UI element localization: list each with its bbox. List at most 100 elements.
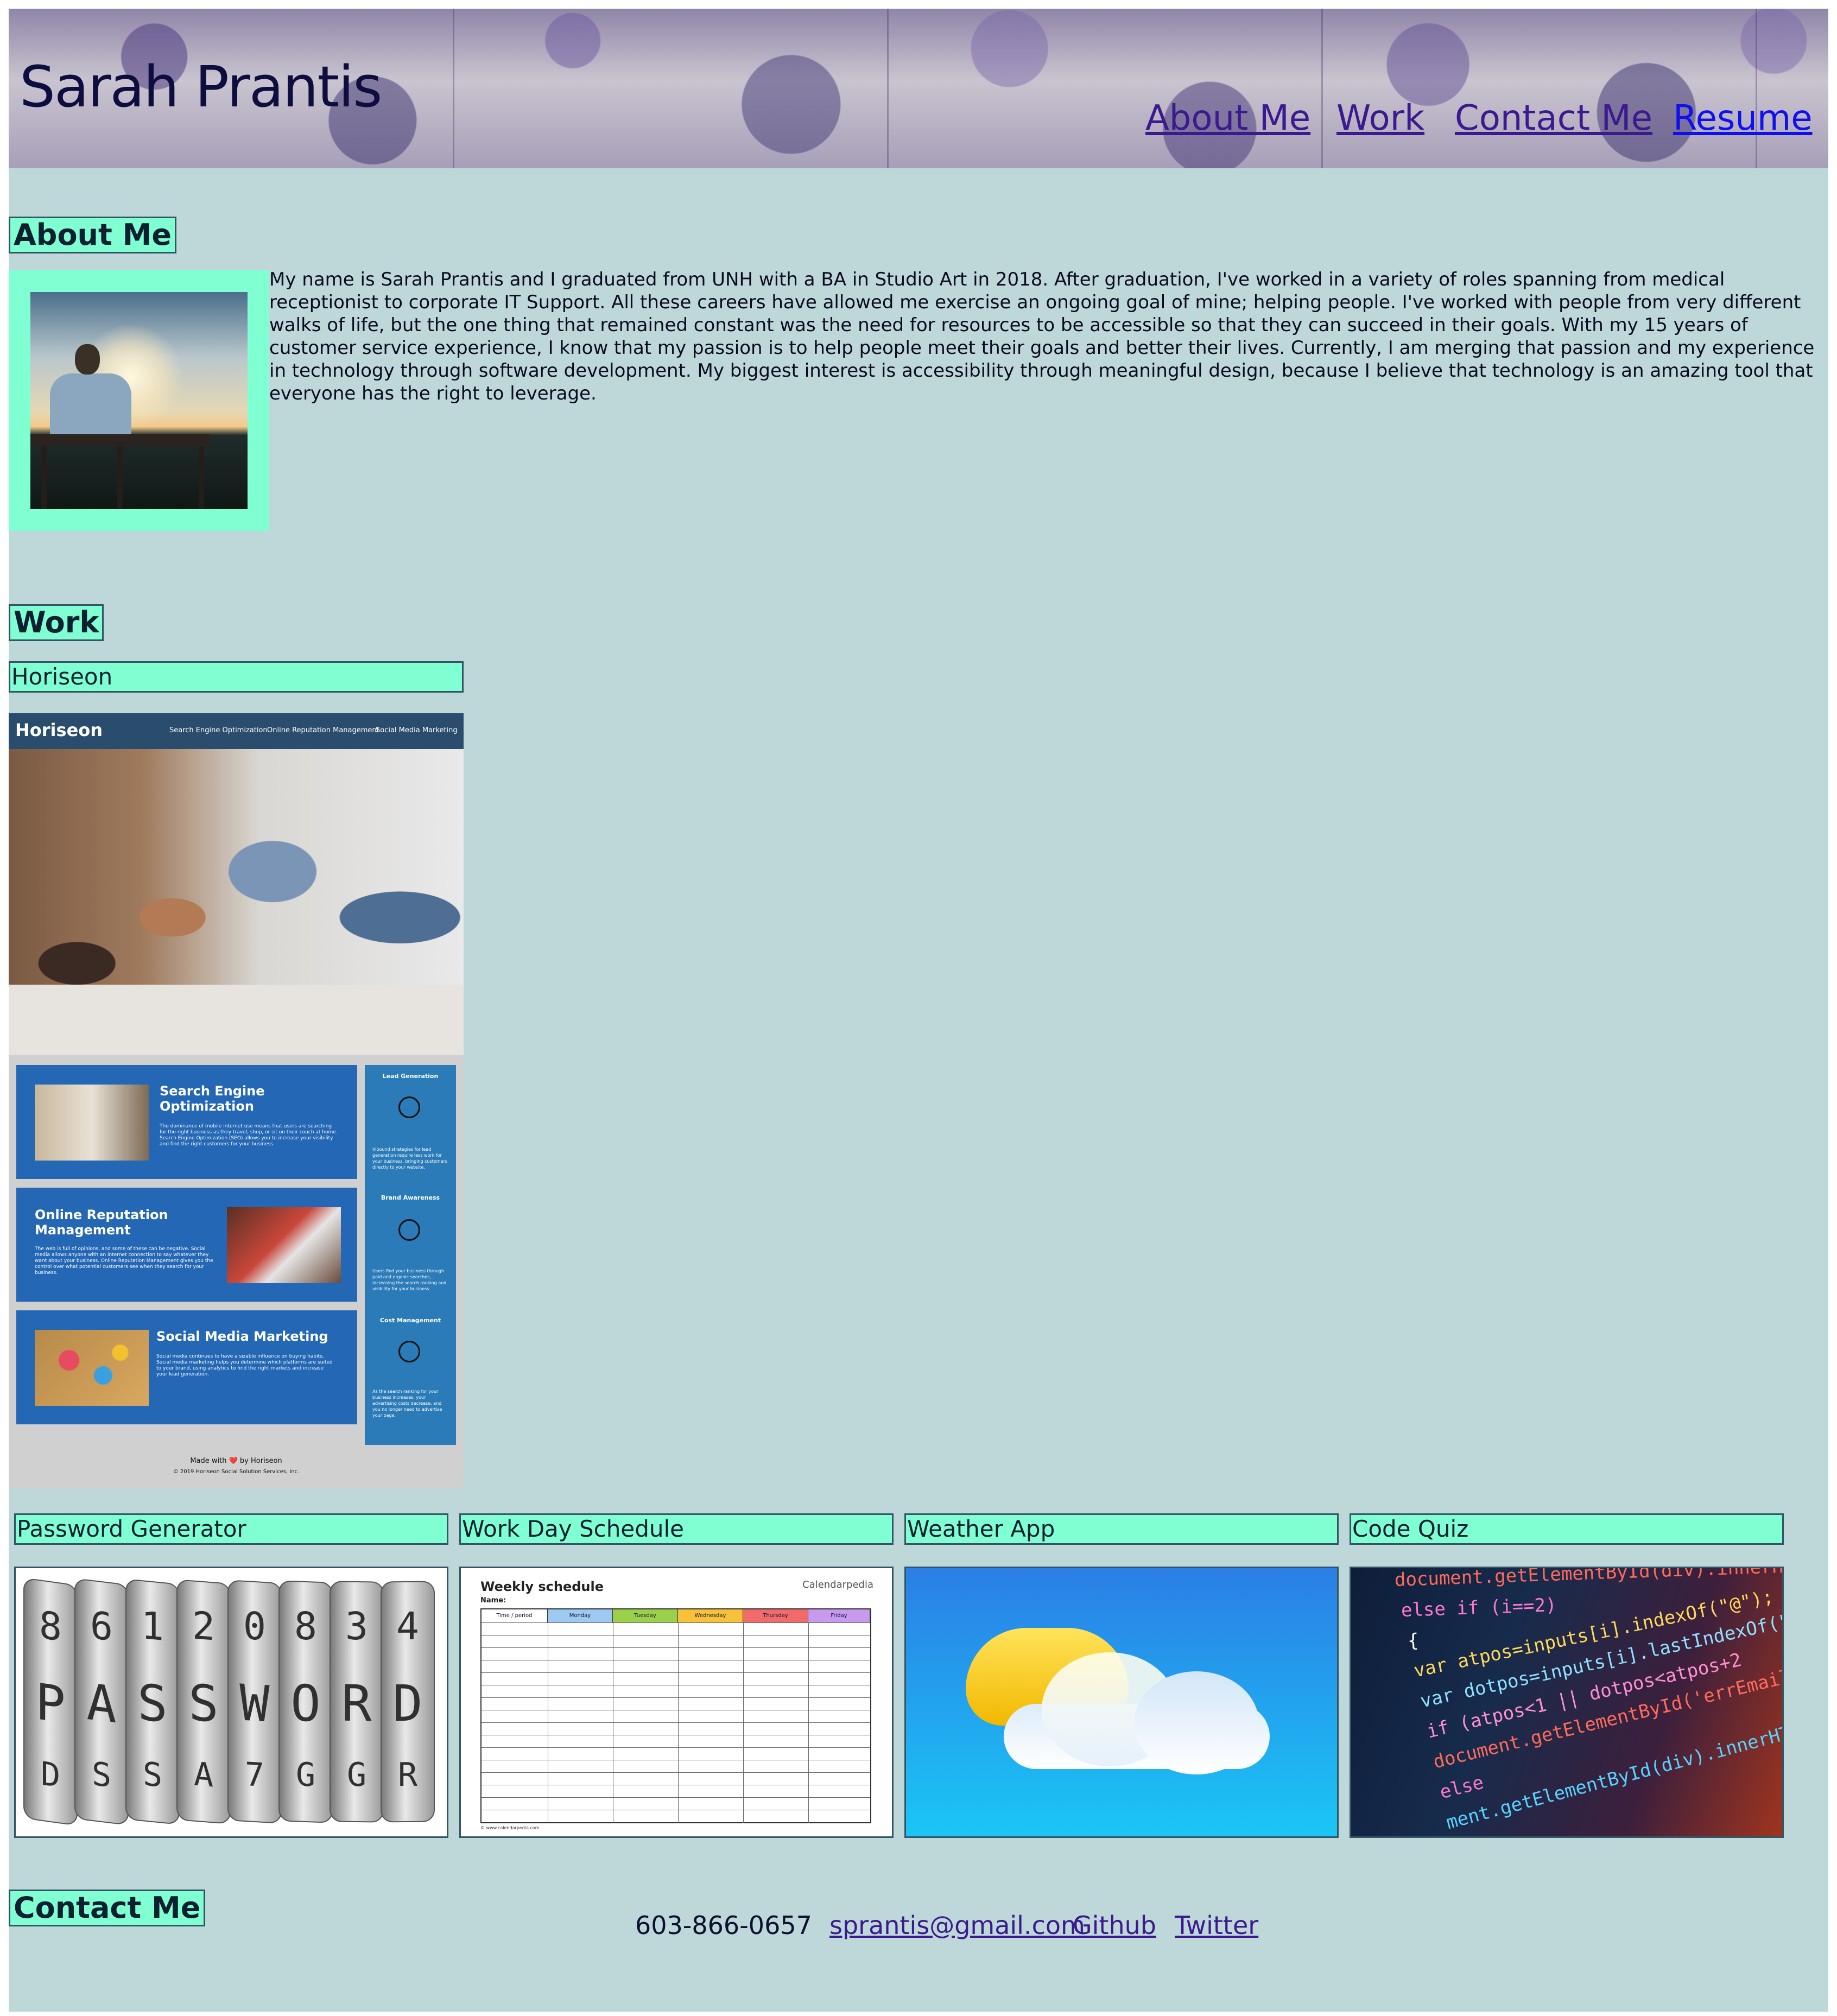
schedule-grid-line bbox=[482, 1772, 870, 1773]
schedule-column-header: Tuesday bbox=[613, 1609, 678, 1622]
schedule-grid-line bbox=[482, 1622, 870, 1623]
weather-app-image[interactable] bbox=[904, 1567, 1339, 1838]
horiseon-logo: Horiseon bbox=[15, 720, 103, 740]
password-drum-char: D bbox=[40, 1754, 61, 1796]
schedule-grid: Time / period Monday Tuesday Wednesday Thurs… bbox=[480, 1608, 871, 1823]
horiseon-side-text: Users find your business through paid an… bbox=[372, 1269, 447, 1291]
schedule-footer: © www.calendarpedia.com bbox=[480, 1825, 540, 1830]
password-drum-char: 8 bbox=[39, 1602, 62, 1650]
about-paragraph: My name is Sarah Prantis and I graduated… bbox=[269, 269, 1815, 404]
schedule-column-header: Monday bbox=[548, 1609, 613, 1622]
password-drum-char: O bbox=[290, 1674, 321, 1733]
about-heading: About Me bbox=[9, 216, 176, 253]
schedule-name-label: Name: bbox=[480, 1596, 506, 1605]
schedule-title: Weekly schedule bbox=[480, 1579, 604, 1594]
photo-railing bbox=[30, 434, 210, 446]
schedule-grid-line bbox=[482, 1797, 870, 1798]
password-drum-char: S bbox=[142, 1755, 163, 1795]
cost-management-icon bbox=[398, 1341, 420, 1362]
photo-person-head bbox=[75, 344, 100, 375]
project-title-code-quiz[interactable]: Code Quiz bbox=[1350, 1513, 1784, 1545]
password-drum: 3 RG bbox=[330, 1581, 384, 1823]
photo-person bbox=[50, 373, 131, 444]
password-drum-char: P bbox=[35, 1672, 66, 1735]
project-title-work-day-schedule[interactable]: Work Day Schedule bbox=[459, 1513, 894, 1545]
horiseon-copyright: © 2019 Horiseon Social Solution Services… bbox=[173, 1469, 300, 1475]
nav-resume[interactable]: Resume bbox=[1673, 101, 1813, 136]
code-line: { bbox=[1407, 1630, 1420, 1652]
work-day-schedule-image[interactable]: Weekly schedule Name: Calendarpedia Time… bbox=[459, 1567, 894, 1838]
horiseon-footer: Made with ❤️ by Horiseon bbox=[190, 1457, 282, 1465]
password-drum: 1 SS bbox=[125, 1578, 180, 1825]
password-drum-char: 8 bbox=[294, 1603, 318, 1649]
project-title-horiseon[interactable]: Horiseon bbox=[9, 661, 464, 693]
seo-thumbnail bbox=[35, 1085, 149, 1161]
horiseon-card-title: Social Media Marketing bbox=[156, 1329, 328, 1344]
nav-contact-me[interactable]: Contact Me bbox=[1455, 101, 1652, 136]
horiseon-nav-item: Online Reputation Management bbox=[267, 726, 379, 734]
banner-tile-seam bbox=[453, 9, 454, 168]
password-drum-char: 1 bbox=[141, 1602, 164, 1650]
password-drum-char: A bbox=[86, 1672, 117, 1735]
contact-github-link[interactable]: Github bbox=[1073, 1913, 1156, 1938]
photo-post bbox=[41, 446, 47, 509]
schedule-brand: Calendarpedia bbox=[802, 1579, 873, 1590]
horiseon-side-title: Lead Generation bbox=[382, 1073, 439, 1080]
code-quiz-image[interactable]: document.getElementById(div).innerHTML el… bbox=[1350, 1567, 1784, 1838]
password-drum: 0 W 7 bbox=[227, 1580, 282, 1824]
header-banner: Sarah Prantis About Me Work Contact Me R… bbox=[9, 9, 1828, 168]
schedule-column-header: Thursday bbox=[743, 1609, 808, 1622]
password-drum: 4 DR bbox=[381, 1581, 435, 1823]
password-drum: 6 AS bbox=[74, 1578, 129, 1825]
lead-generation-icon bbox=[398, 1096, 420, 1118]
contact-heading: Contact Me bbox=[9, 1889, 206, 1926]
password-drum-char: 3 bbox=[345, 1603, 369, 1649]
nav-work[interactable]: Work bbox=[1336, 101, 1424, 136]
contact-phone: 603-866-0657 bbox=[635, 1911, 812, 1940]
password-drum-char: 7 bbox=[244, 1755, 265, 1795]
password-drum-char: R bbox=[397, 1755, 418, 1795]
password-drum-char: 2 bbox=[192, 1603, 216, 1650]
orm-thumbnail bbox=[227, 1207, 341, 1283]
password-drum-char: S bbox=[137, 1673, 168, 1734]
horiseon-sidebar: Lead Generation Inbound strategies for l… bbox=[365, 1065, 456, 1445]
password-generator-image[interactable]: 8PD6AS1SS2SA0W78OG3RG4DR bbox=[14, 1567, 448, 1838]
horiseon-screenshot[interactable]: Horiseon Search Engine Optimization Onli… bbox=[9, 713, 464, 1488]
schedule-column-header: Friday bbox=[808, 1609, 870, 1622]
project-title-weather-app[interactable]: Weather App bbox=[904, 1513, 1339, 1545]
smm-thumbnail bbox=[35, 1330, 149, 1406]
password-drum: 2 SA bbox=[176, 1579, 231, 1824]
password-drum-char: A bbox=[193, 1755, 214, 1795]
banner-tile-seam bbox=[1321, 9, 1323, 168]
password-drum-char: 6 bbox=[90, 1602, 113, 1650]
horiseon-side-title: Brand Awareness bbox=[381, 1194, 440, 1201]
schedule-column-header: Time / period bbox=[482, 1609, 548, 1622]
cloud-icon bbox=[1134, 1671, 1259, 1774]
schedule-grid-line bbox=[482, 1697, 870, 1698]
banner-tile-seam bbox=[1756, 9, 1757, 168]
horiseon-nav-item: Social Media Marketing bbox=[376, 726, 458, 734]
schedule-grid-line bbox=[482, 1647, 870, 1648]
password-drum-char: S bbox=[188, 1673, 219, 1734]
nav-about-me[interactable]: About Me bbox=[1145, 101, 1310, 136]
schedule-grid-line bbox=[482, 1672, 870, 1673]
password-drum-char: D bbox=[392, 1674, 423, 1733]
about-photo-frame bbox=[9, 270, 269, 531]
password-drum-char: G bbox=[295, 1755, 316, 1795]
contact-email-link[interactable]: sprantis@gmail.com bbox=[829, 1913, 1085, 1938]
horiseon-nav-item: Search Engine Optimization bbox=[169, 726, 268, 734]
schedule-grid-line bbox=[678, 1622, 679, 1823]
horiseon-card-text: The web is full of opinions, and some of… bbox=[35, 1246, 213, 1276]
schedule-column-header: Wednesday bbox=[678, 1609, 743, 1622]
horiseon-card-smm: Social Media Marketing Social media cont… bbox=[16, 1310, 357, 1424]
contact-twitter-link[interactable]: Twitter bbox=[1175, 1913, 1258, 1938]
horiseon-card-title: Online Reputation Management bbox=[35, 1207, 168, 1238]
schedule-grid-line bbox=[482, 1722, 870, 1723]
schedule-grid-line bbox=[743, 1622, 744, 1823]
profile-photo bbox=[30, 292, 248, 509]
project-title-password-generator[interactable]: Password Generator bbox=[14, 1513, 448, 1545]
password-drum: 8 PD bbox=[23, 1577, 78, 1827]
horiseon-hero-table bbox=[9, 985, 464, 1055]
work-heading: Work bbox=[9, 604, 104, 641]
schedule-grid-line bbox=[482, 1747, 870, 1748]
